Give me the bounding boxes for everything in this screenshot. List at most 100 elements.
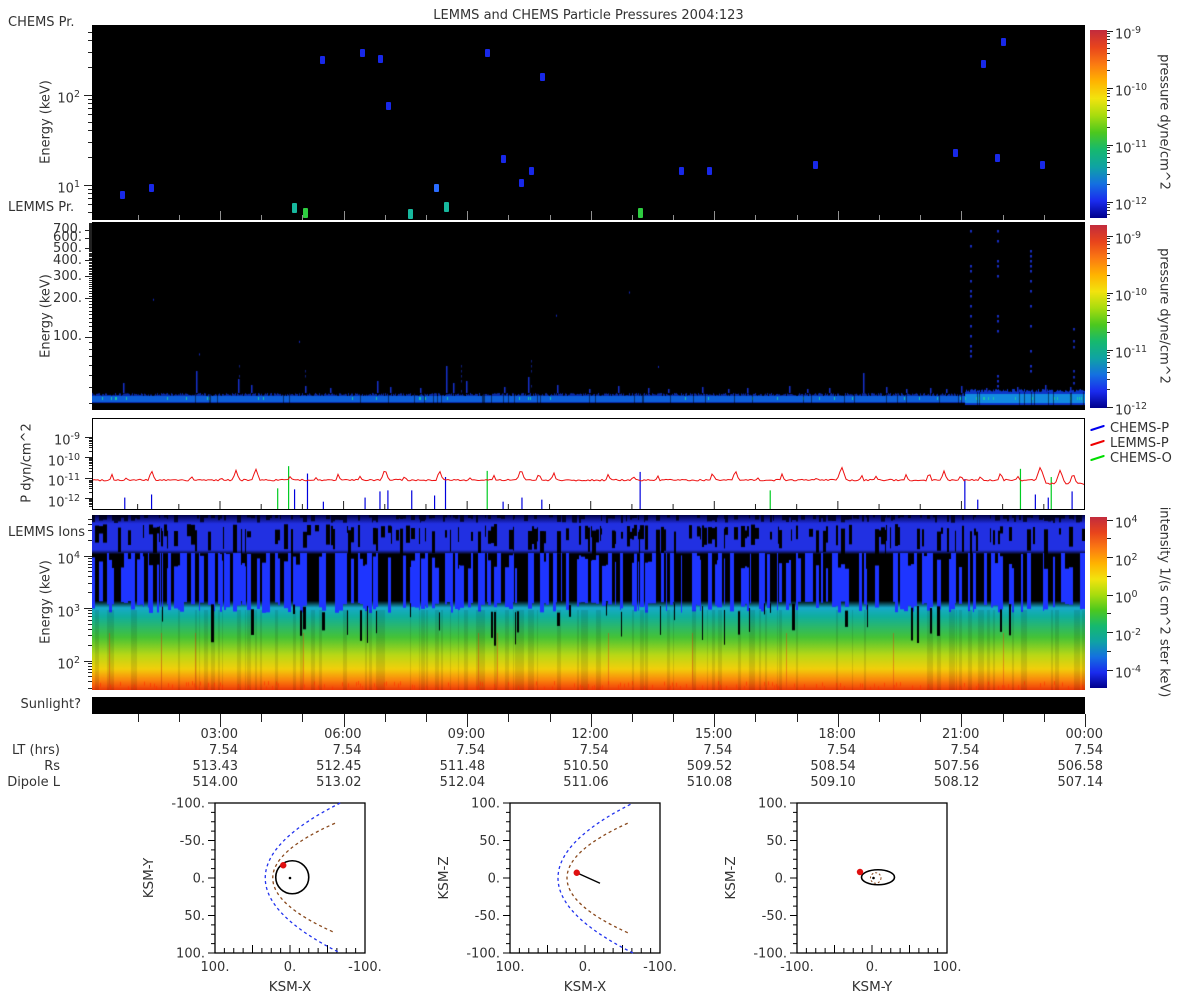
tick <box>88 310 92 312</box>
pressure-line-plot <box>92 418 1085 510</box>
tick <box>88 241 92 243</box>
tick <box>1107 379 1110 381</box>
tick <box>88 240 92 242</box>
log-tick-label: 102 <box>1115 551 1138 569</box>
tick <box>88 288 92 290</box>
tick <box>1107 292 1113 294</box>
tick <box>88 488 92 490</box>
ephemeris-value: 7.54 <box>950 743 980 758</box>
data-point <box>385 101 391 110</box>
tick <box>88 255 92 257</box>
tick <box>1107 258 1110 260</box>
tick <box>88 277 92 279</box>
tick <box>88 592 92 594</box>
ephemeris-value: 512.45 <box>316 759 362 774</box>
tick <box>88 108 92 110</box>
time-tick <box>631 714 633 722</box>
tick <box>88 295 92 297</box>
tick <box>88 613 92 615</box>
tick <box>88 283 92 285</box>
tick <box>88 51 92 53</box>
data-point <box>812 161 818 169</box>
tick <box>88 318 92 319</box>
data-point <box>1000 37 1006 46</box>
log-tick-label: 102 <box>57 655 80 673</box>
tick <box>88 322 92 324</box>
tick <box>88 269 92 271</box>
tick <box>88 479 92 481</box>
tick <box>88 348 92 350</box>
tick <box>88 485 92 487</box>
time-tick <box>879 714 881 722</box>
svg-text:50.: 50. <box>479 834 500 849</box>
tick <box>88 364 92 366</box>
log-tick-label: 104 <box>57 550 80 568</box>
svg-text:0.: 0. <box>193 872 205 887</box>
hour-tick <box>1043 215 1045 220</box>
tick <box>88 482 92 484</box>
ephemeris-value: 507.14 <box>1057 775 1104 790</box>
row-label-dipole-l: Dipole L <box>7 775 60 790</box>
time-tick <box>261 714 263 722</box>
legend-line-chems-p <box>1090 424 1105 432</box>
tick <box>88 539 92 541</box>
tick <box>88 331 92 333</box>
tick <box>1107 201 1113 203</box>
major-tick <box>84 660 92 662</box>
intensity-colorbar <box>1090 517 1107 688</box>
tick <box>88 238 92 240</box>
lemms-pressure-spectrogram <box>92 222 1085 410</box>
svg-text:KSM-Y: KSM-Y <box>852 979 893 995</box>
data-point <box>434 184 440 193</box>
svg-text:KSM-Z: KSM-Z <box>436 856 452 899</box>
row-label-lt: LT (hrs) <box>11 743 60 758</box>
hour-tick <box>590 211 592 220</box>
ephemeris-value: 511.48 <box>439 759 486 774</box>
tick <box>88 239 92 241</box>
tick <box>88 463 92 465</box>
tick <box>88 619 92 621</box>
tick <box>1107 157 1110 159</box>
tick <box>1107 265 1110 267</box>
tick <box>88 245 92 247</box>
tick <box>88 491 92 493</box>
log-tick-label: 101 <box>57 179 80 197</box>
svg-text:100.: 100. <box>496 960 525 975</box>
tick <box>88 665 92 667</box>
tick <box>88 672 92 674</box>
lemms-ions-spectrogram <box>92 515 1085 690</box>
tick <box>88 264 92 266</box>
tick <box>88 582 92 584</box>
tick <box>88 681 92 683</box>
tick <box>88 501 92 503</box>
tick <box>88 438 92 440</box>
time-tick-label: 15:00 <box>694 727 733 742</box>
log-tick-label: 10-10 <box>1115 287 1148 305</box>
time-tick <box>1002 714 1004 722</box>
svg-text:-50.: -50. <box>180 834 205 849</box>
ephemeris-value: 7.54 <box>1074 743 1103 758</box>
data-point <box>678 167 684 176</box>
tick <box>88 263 92 265</box>
tick <box>1107 349 1113 351</box>
log-tick-label: 10-12 <box>1115 401 1148 419</box>
tick <box>88 623 92 625</box>
hour-tick <box>1002 215 1004 220</box>
tick <box>88 571 92 573</box>
time-tick <box>1043 714 1045 722</box>
time-tick <box>673 714 675 722</box>
time-tick <box>302 714 304 722</box>
ephemeris-value: 7.54 <box>332 743 362 758</box>
tick <box>1107 244 1110 246</box>
tick <box>88 504 92 506</box>
hour-tick <box>467 211 469 220</box>
tick <box>1107 174 1110 176</box>
tick <box>88 67 92 69</box>
tick <box>88 103 92 105</box>
sunlight-bar <box>92 697 1085 714</box>
tick <box>88 249 92 251</box>
tick <box>88 236 92 238</box>
ephemeris-value: 508.54 <box>810 759 856 774</box>
tick <box>88 251 92 253</box>
tick <box>88 230 92 232</box>
